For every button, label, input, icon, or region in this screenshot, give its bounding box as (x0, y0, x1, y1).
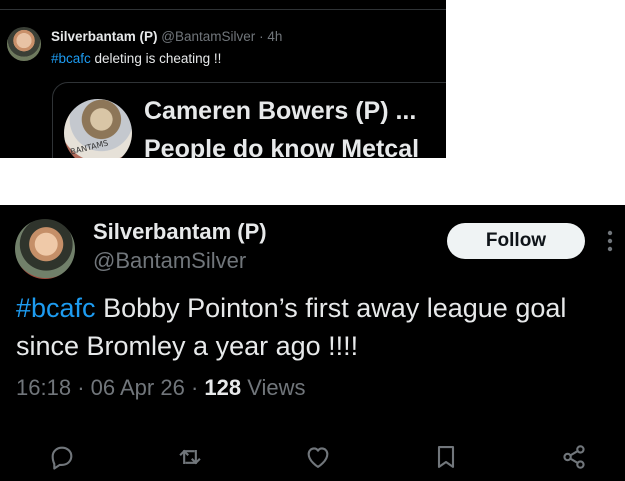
quoted-author-name[interactable]: Cameren Bowers (P) ... (144, 97, 416, 126)
retweet-icon (179, 449, 201, 465)
quoted-tweet[interactable]: BANTAMS Cameren Bowers (P) ... People do… (52, 82, 446, 158)
share-button[interactable] (558, 441, 590, 473)
tweet-text-line2: since Bromley a year ago !!!! (16, 331, 359, 361)
tweet-text-body: deleting is cheating !! (90, 51, 222, 66)
share-icon (563, 445, 585, 469)
bookmark-button[interactable] (430, 441, 462, 473)
tweet-text: #bcafc Bobby Pointon’s first away league… (16, 289, 623, 365)
hashtag-link[interactable]: #bcafc (16, 293, 96, 323)
separator: · (190, 375, 199, 400)
tweet-meta: 16:18 · 06 Apr 26 · 128 Views (16, 375, 306, 401)
views-label[interactable]: Views (241, 375, 305, 400)
more-options-icon[interactable] (600, 227, 620, 255)
retweet-button[interactable] (174, 441, 206, 473)
avatar-sign-text: BANTAMS (69, 138, 110, 157)
author-name[interactable]: Silverbantam (P) (93, 219, 267, 245)
reply-icon (51, 446, 73, 470)
separator: · (77, 375, 85, 400)
author-handle[interactable]: @BantamSilver (93, 248, 246, 274)
quoted-tweet-text: People do know Metcal (144, 135, 420, 158)
tweet-text: #bcafc deleting is cheating !! (51, 51, 221, 66)
bookmark-icon (437, 446, 455, 468)
top-tweet-card[interactable]: Silverbantam (P) @BantamSilver · 4h #bca… (0, 0, 446, 158)
tweet-header: Silverbantam (P) @BantamSilver · 4h (51, 29, 282, 44)
views-count[interactable]: 128 (204, 375, 241, 400)
reply-button[interactable] (46, 441, 78, 473)
follow-button[interactable]: Follow (447, 223, 585, 259)
quoted-avatar[interactable]: BANTAMS (64, 99, 132, 158)
tweet-date[interactable]: 06 Apr 26 (91, 375, 185, 400)
like-icon (307, 447, 329, 468)
timestamp[interactable]: 4h (267, 29, 282, 44)
tweet-time[interactable]: 16:18 (16, 375, 71, 400)
divider (0, 9, 446, 10)
author-handle[interactable]: @BantamSilver (161, 29, 255, 44)
hashtag-link[interactable]: #bcafc (51, 51, 91, 66)
avatar[interactable] (7, 27, 41, 61)
tweet-text-line1: Bobby Pointon’s first away league goal (95, 293, 567, 323)
like-button[interactable] (302, 441, 334, 473)
action-bar (0, 441, 625, 473)
avatar[interactable] (15, 219, 75, 279)
vertical-dots-icon (607, 230, 613, 252)
main-tweet-card: Silverbantam (P) @BantamSilver Follow #b… (0, 205, 625, 481)
separator: · (259, 29, 264, 44)
author-name[interactable]: Silverbantam (P) (51, 29, 158, 44)
